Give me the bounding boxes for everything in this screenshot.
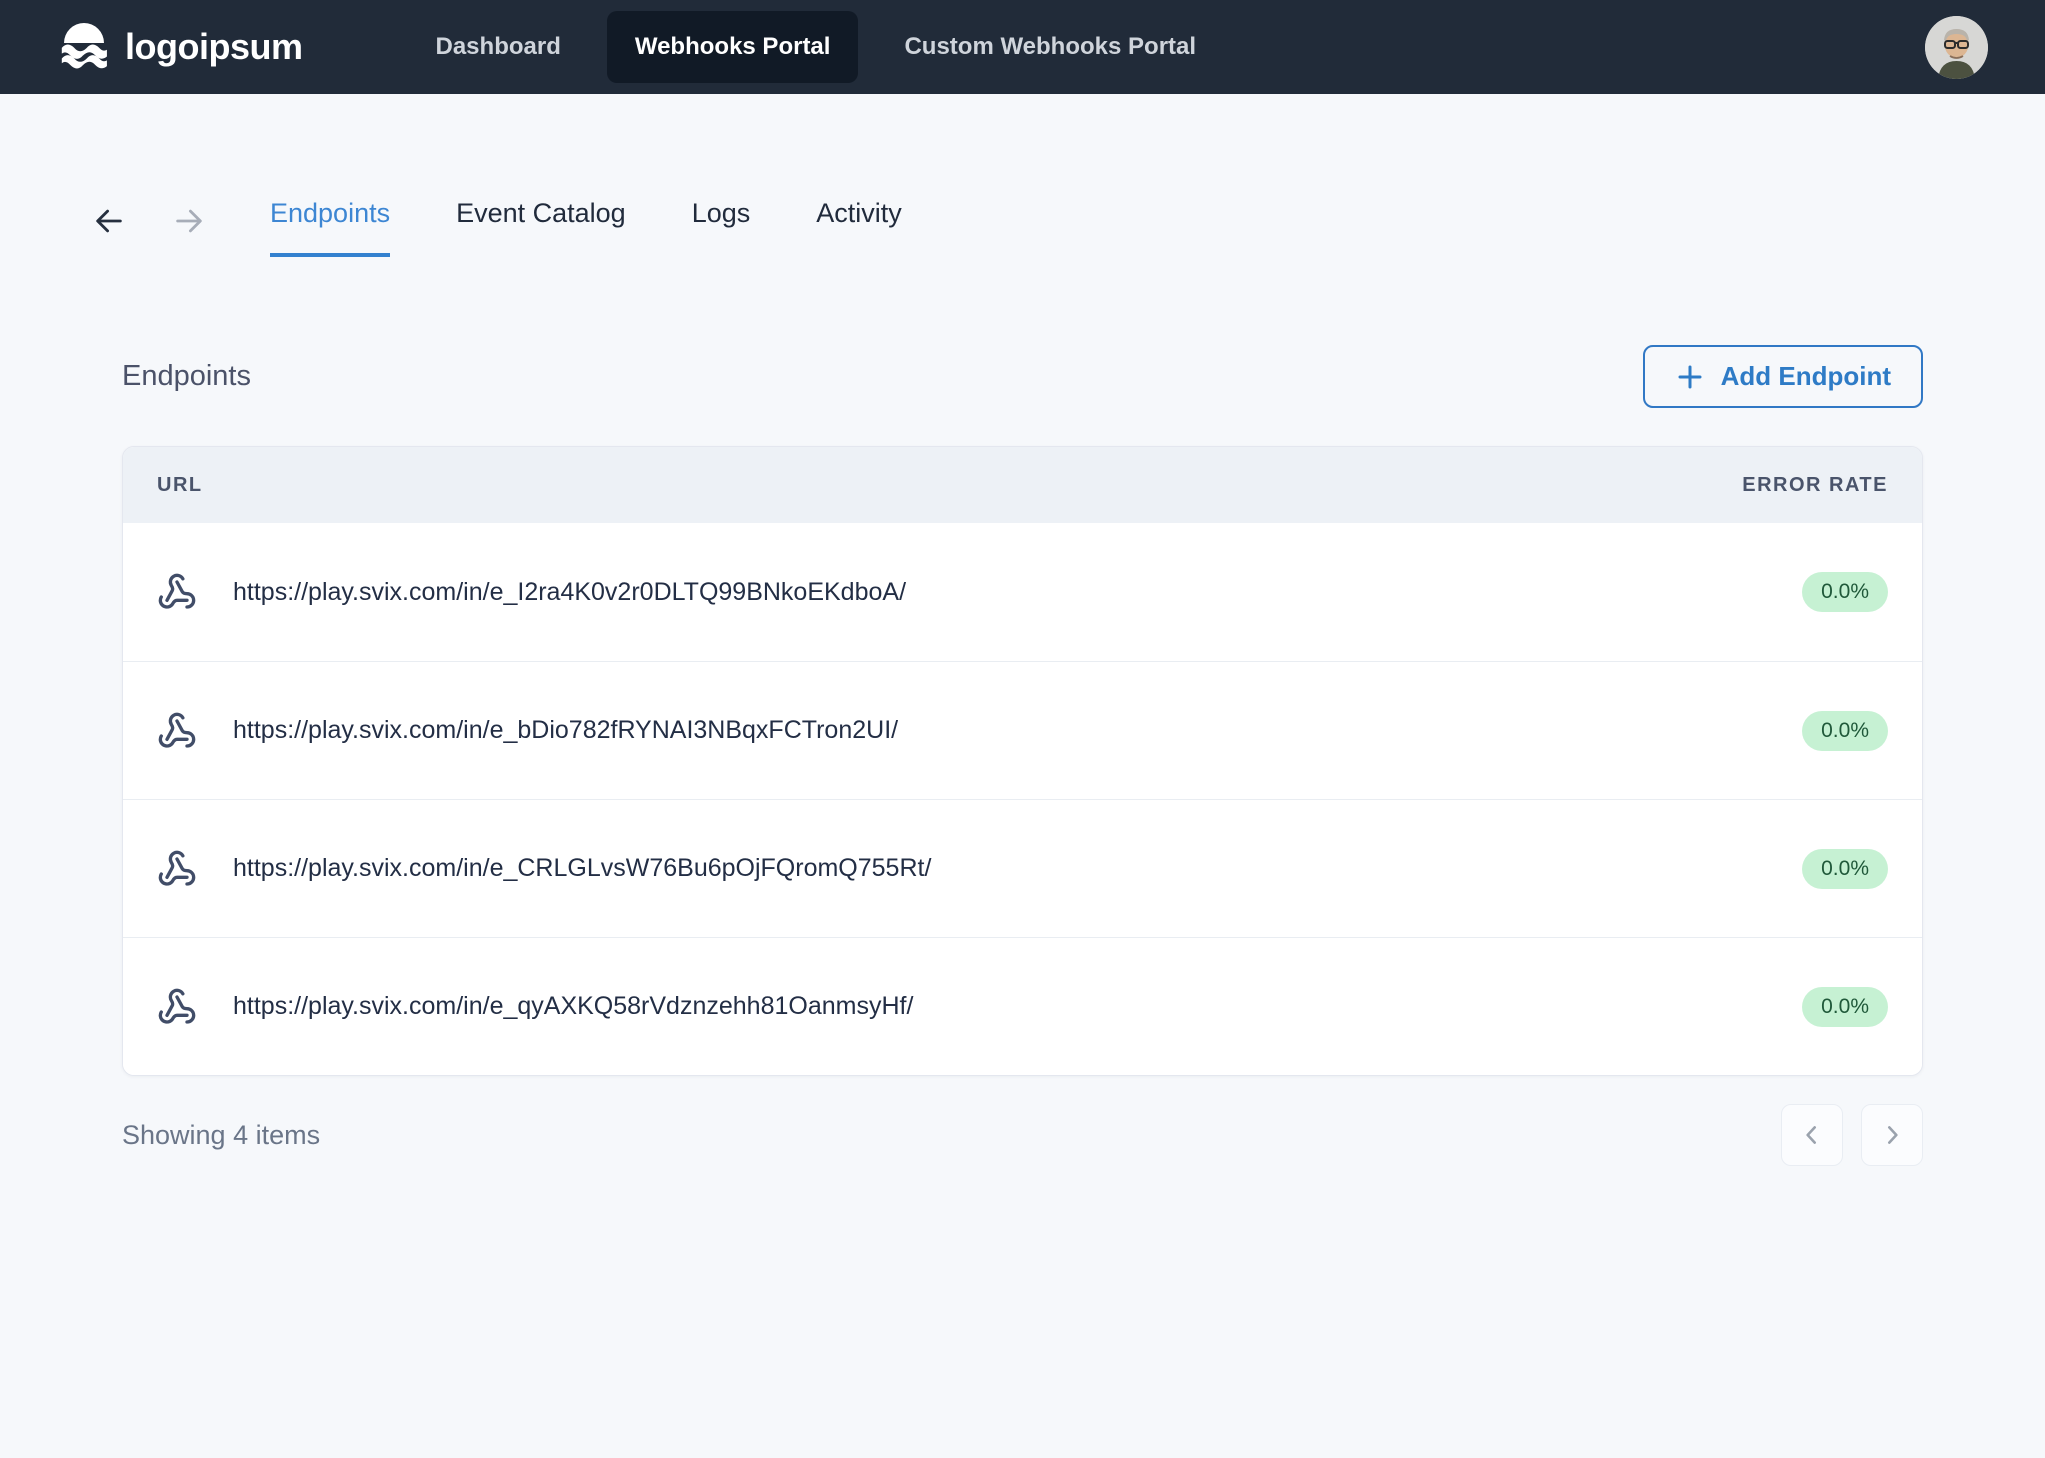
endpoint-url: https://play.svix.com/in/e_I2ra4K0v2r0DL…	[233, 578, 906, 607]
showing-count: Showing 4 items	[122, 1120, 320, 1151]
forward-arrow-icon[interactable]	[172, 204, 206, 238]
next-page-button[interactable]	[1861, 1104, 1923, 1166]
tab-event-catalog[interactable]: Event Catalog	[456, 198, 626, 257]
tab-endpoints[interactable]: Endpoints	[270, 198, 390, 257]
endpoints-table: URL ERROR RATE https://play.svix.com/in/…	[122, 446, 1923, 1076]
logo-text: logoipsum	[125, 26, 303, 68]
column-header-error-rate: ERROR RATE	[1742, 474, 1888, 497]
chevron-left-icon	[1799, 1122, 1825, 1148]
nav-item-dashboard[interactable]: Dashboard	[408, 11, 589, 83]
nav-item-custom-webhooks-portal[interactable]: Custom Webhooks Portal	[876, 11, 1224, 83]
chevron-right-icon	[1879, 1122, 1905, 1148]
top-navbar: logoipsum Dashboard Webhooks Portal Cust…	[0, 0, 2045, 94]
main-nav: Dashboard Webhooks Portal Custom Webhook…	[408, 11, 1225, 83]
webhook-icon	[157, 987, 197, 1027]
error-rate-badge: 0.0%	[1802, 572, 1888, 612]
table-row[interactable]: https://play.svix.com/in/e_bDio782fRYNAI…	[123, 661, 1922, 799]
error-rate-badge: 0.0%	[1802, 711, 1888, 751]
tabs: Endpoints Event Catalog Logs Activity	[270, 198, 902, 257]
webhook-icon	[157, 711, 197, 751]
portal-tabbar: Endpoints Event Catalog Logs Activity	[92, 198, 2045, 257]
tab-logs[interactable]: Logs	[692, 198, 751, 257]
logo[interactable]: logoipsum	[57, 21, 303, 73]
page-head: Endpoints Add Endpoint	[122, 345, 1923, 408]
endpoint-url: https://play.svix.com/in/e_qyAXKQ58rVdzn…	[233, 992, 913, 1021]
error-rate-badge: 0.0%	[1802, 849, 1888, 889]
pagination	[1781, 1104, 1923, 1166]
prev-page-button[interactable]	[1781, 1104, 1843, 1166]
table-row[interactable]: https://play.svix.com/in/e_I2ra4K0v2r0DL…	[123, 523, 1922, 661]
webhook-icon	[157, 572, 197, 612]
error-rate-badge: 0.0%	[1802, 987, 1888, 1027]
page-title: Endpoints	[122, 360, 251, 393]
table-row[interactable]: https://play.svix.com/in/e_CRLGLvsW76Bu6…	[123, 799, 1922, 937]
logo-mark-icon	[57, 21, 111, 73]
plus-icon	[1675, 362, 1705, 392]
endpoint-url: https://play.svix.com/in/e_CRLGLvsW76Bu6…	[233, 854, 931, 883]
tab-activity[interactable]: Activity	[816, 198, 902, 257]
add-endpoint-button[interactable]: Add Endpoint	[1643, 345, 1923, 408]
table-row[interactable]: https://play.svix.com/in/e_qyAXKQ58rVdzn…	[123, 937, 1922, 1075]
back-arrow-icon[interactable]	[92, 204, 126, 238]
table-header: URL ERROR RATE	[123, 447, 1922, 523]
list-footer: Showing 4 items	[122, 1104, 1923, 1166]
user-avatar[interactable]	[1925, 16, 1988, 79]
add-endpoint-label: Add Endpoint	[1721, 361, 1891, 392]
endpoint-url: https://play.svix.com/in/e_bDio782fRYNAI…	[233, 716, 898, 745]
nav-item-webhooks-portal[interactable]: Webhooks Portal	[607, 11, 859, 83]
webhook-icon	[157, 849, 197, 889]
column-header-url: URL	[157, 474, 203, 497]
